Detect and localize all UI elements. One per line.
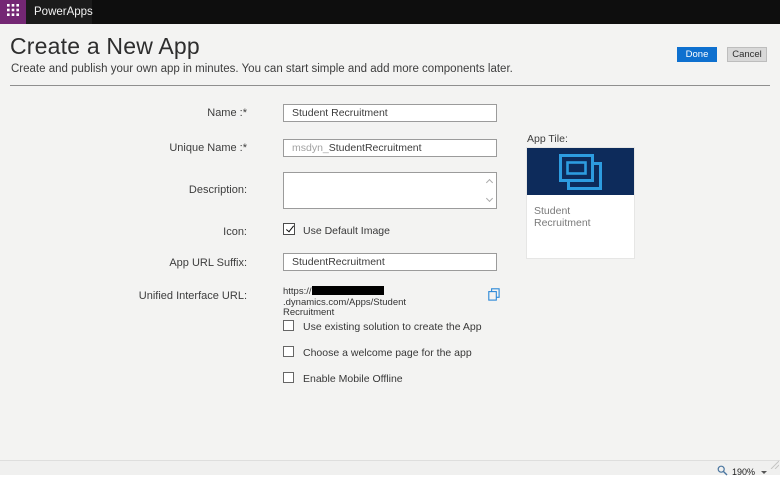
page-subtitle: Create and publish your own app in minut… [11,63,513,75]
app-url-suffix-input[interactable] [283,253,497,271]
enable-mobile-offline-checkbox[interactable] [283,372,294,383]
unified-interface-url-value: https://.dynamics.com/Apps/Student Recru… [283,286,498,319]
app-url-suffix-label: App URL Suffix: [57,257,247,269]
unique-name-prefix: msdyn_ [292,142,329,154]
description-field-wrap [283,172,497,209]
magnifier-icon [717,463,728,481]
checkmark-icon [285,224,293,233]
use-existing-solution-label: Use existing solution to create the App [303,321,482,333]
app-tile-title: Student Recruitment [527,195,634,229]
done-button[interactable]: Done [677,47,717,62]
unified-interface-url-label: Unified Interface URL: [57,290,247,302]
app-header-bar: PowerApps [0,0,780,24]
chevron-down-icon [761,471,767,474]
choose-welcome-page-label: Choose a welcome page for the app [303,347,472,359]
app-launcher-button[interactable] [0,0,26,24]
use-existing-solution-checkbox[interactable] [283,320,294,331]
enable-mobile-offline-label: Enable Mobile Offline [303,373,403,385]
url-suffix-line1: .dynamics.com/Apps/Student [283,297,406,308]
name-input[interactable] [283,104,497,122]
unique-name-value: StudentRecruitment [329,142,422,154]
brand-label: PowerApps [34,0,93,24]
use-default-image-label: Use Default Image [303,225,390,237]
zoom-level-value: 190% [732,467,755,477]
unique-name-input[interactable]: msdyn_StudentRecruitment [283,139,497,157]
zoom-control[interactable]: 190% [717,463,767,481]
redacted-url-segment [312,286,384,295]
name-label: Name :* [57,107,247,119]
cancel-button[interactable]: Cancel [727,47,767,62]
header-divider [10,85,770,86]
unique-name-label: Unique Name :* [57,142,247,154]
url-suffix-line2: Recruitment [283,307,334,318]
description-label: Description: [57,184,247,196]
description-input[interactable] [283,172,497,209]
app-tile-image [527,148,634,195]
use-default-image-checkbox[interactable] [283,223,295,235]
copy-icon [488,288,500,301]
app-tile-label: App Tile: [527,133,568,145]
page-title: Create a New App [10,33,200,60]
app-tile-preview: Student Recruitment [527,148,634,258]
create-new-app-page: PowerApps Create a New App Create and pu… [0,0,780,475]
browser-status-bar: 190% [0,460,780,475]
stacked-app-windows-icon [557,153,604,191]
waffle-icon [7,3,19,21]
choose-welcome-page-checkbox[interactable] [283,346,294,357]
resize-grip[interactable] [770,456,779,474]
url-prefix: https:// [283,286,312,297]
icon-label: Icon: [57,226,247,238]
copy-url-button[interactable] [488,288,500,301]
